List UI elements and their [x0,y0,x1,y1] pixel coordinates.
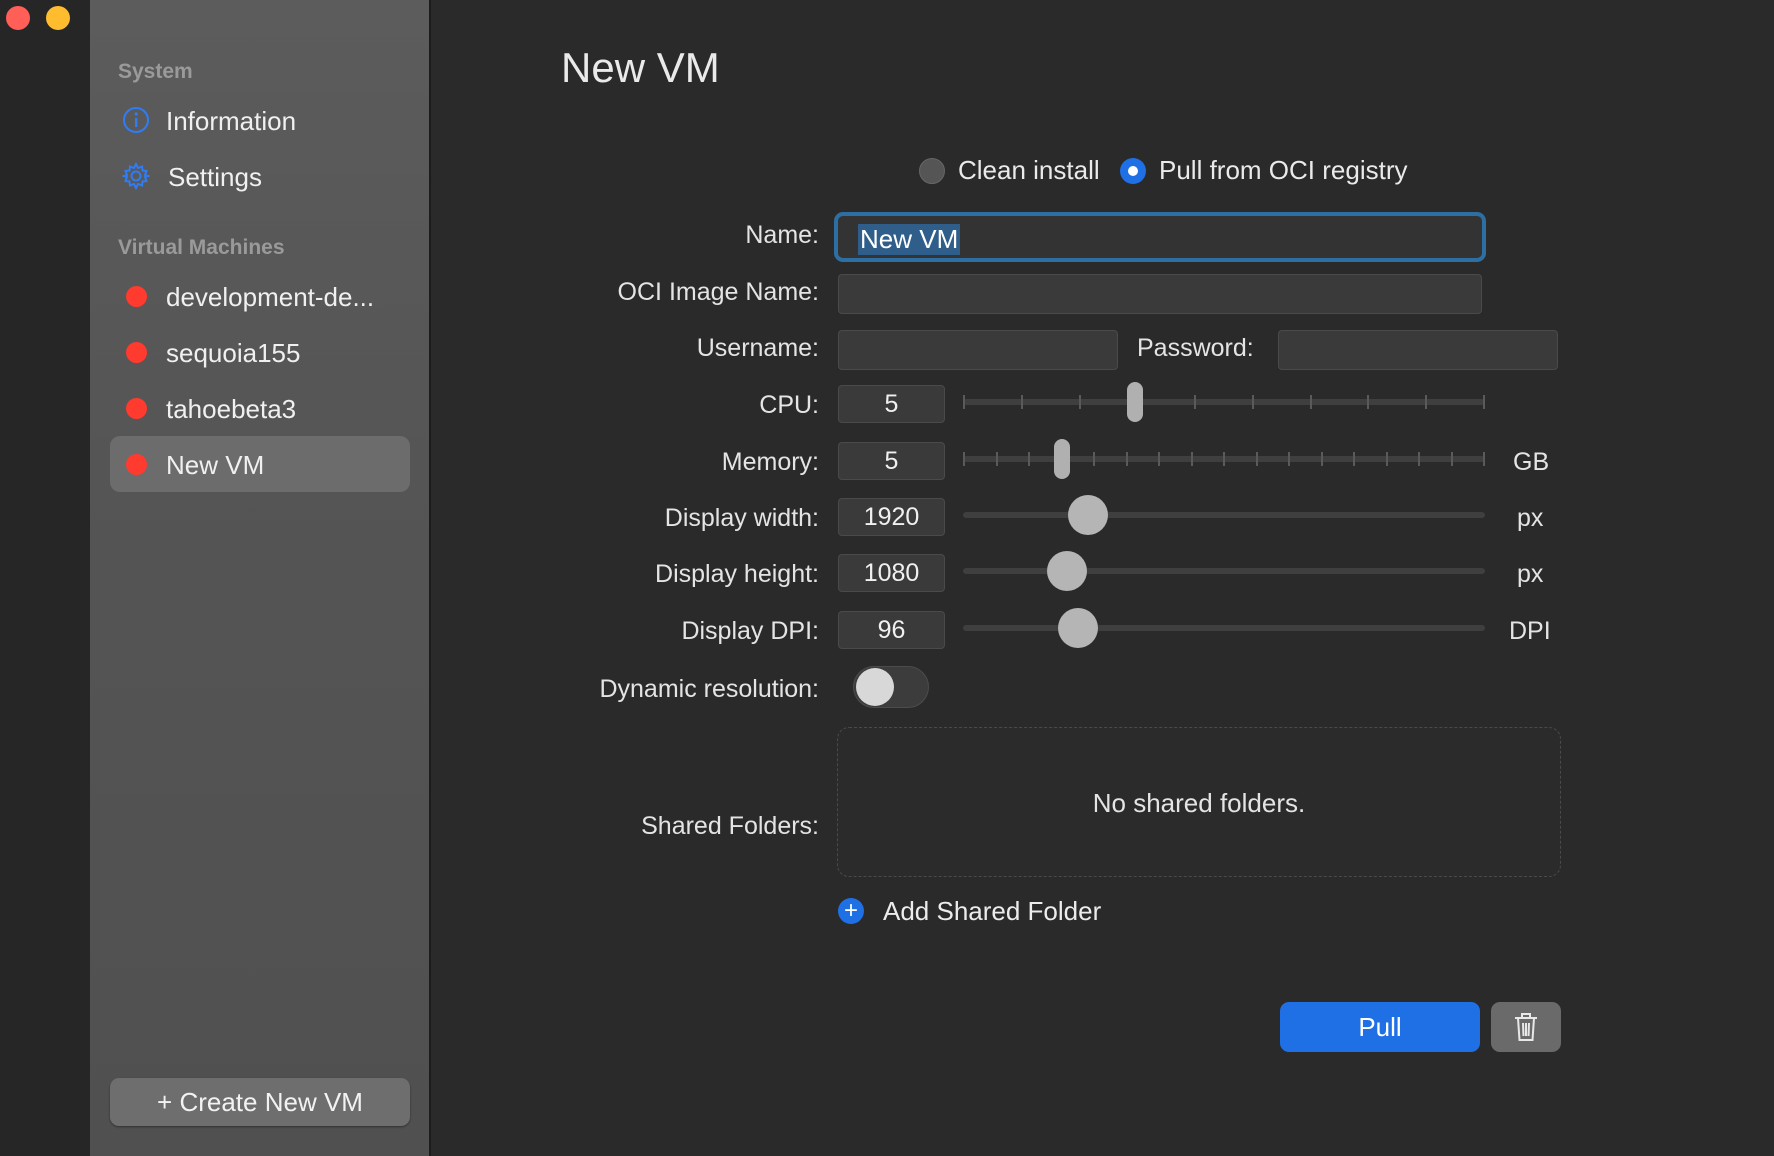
name-field-value: New VM [858,224,961,255]
create-new-vm-button[interactable]: + Create New VM [110,1078,410,1126]
cpu-label: CPU: [759,391,819,419]
slider-tick [1020,395,1023,409]
sidebar-item-vm-selected[interactable]: New VM [110,436,410,492]
status-dot [126,286,147,307]
slider-track [963,625,1485,631]
slider-tick [1093,452,1095,466]
slider-tick [1194,395,1197,409]
status-dot [126,398,147,419]
sidebar-item-vm[interactable]: sequoia155 [110,324,410,380]
sidebar-item-vm[interactable]: tahoebeta3 [110,380,410,436]
add-shared-folder-label: Add Shared Folder [883,896,1102,926]
memory-field[interactable]: 5 [838,442,945,480]
display-height-field[interactable]: 1080 [838,554,945,592]
page-title: New VM [561,44,720,91]
password-field[interactable] [1278,330,1558,370]
clean-install-label[interactable]: Clean install [958,155,1100,186]
slider-tick [1251,395,1254,409]
memory-unit: GB [1513,448,1550,476]
oci-image-label: OCI Image Name: [617,278,819,306]
slider-tick [963,452,965,466]
slider-track [963,568,1485,574]
slider-track [963,399,1485,405]
sidebar-item-label: Settings [168,162,262,192]
display-width-field[interactable]: 1920 [838,498,945,536]
slider-knob[interactable] [1068,495,1109,535]
shared-folders-list: No shared folders. [837,727,1561,877]
slider-tick [1158,452,1160,466]
oci-registry-label[interactable]: Pull from OCI registry [1159,155,1408,186]
slider-tick [995,452,998,466]
minimize-window-button[interactable] [46,6,70,30]
clean-install-radio[interactable] [919,158,945,184]
slider-tick [1028,452,1030,466]
sidebar-item-information[interactable]: Information [110,92,410,148]
sidebar-item-label: development-de... [166,282,375,312]
slider-tick [1078,395,1081,409]
display-dpi-label: Display DPI: [681,617,819,645]
slider-tick [1425,395,1428,409]
status-dot [126,454,147,475]
name-label: Name: [745,221,819,249]
dynamic-resolution-toggle[interactable] [853,666,929,708]
display-width-label: Display width: [664,504,819,532]
slider-knob[interactable] [1054,439,1071,479]
slider-tick [1367,395,1370,409]
slider-tick [1125,452,1128,466]
vm-section-header: Virtual Machines [118,236,285,259]
password-label: Password: [1137,334,1254,362]
close-window-button[interactable] [6,6,30,30]
sidebar-item-label: sequoia155 [166,338,301,368]
slider-knob[interactable] [1047,551,1088,591]
username-field[interactable] [838,330,1118,370]
sidebar-item-vm[interactable]: development-de... [110,268,410,324]
slider-knob[interactable] [1057,608,1098,648]
slider-tick [1190,452,1193,466]
slider-tick [1223,452,1225,466]
status-dot [126,342,147,363]
shared-folders-empty-text: No shared folders. [1092,788,1306,818]
trash-icon [1515,1013,1537,1041]
cpu-field[interactable]: 5 [838,385,945,423]
dynamic-resolution-label: Dynamic resolution: [599,675,819,703]
slider-tick [1483,452,1485,466]
pull-button[interactable]: Pull [1280,1002,1480,1052]
slider-tick [1385,452,1388,466]
slider-tick [1418,452,1420,466]
memory-label: Memory: [721,448,819,476]
slider-tick [1483,395,1485,409]
slider-tick [963,395,965,409]
sidebar: System Information Settings Virtual Mach… [90,0,431,1156]
toggle-knob [856,668,894,706]
system-section-header: System [118,60,193,83]
username-label: Username: [696,334,819,362]
slider-tick [1320,452,1323,466]
display-height-unit: px [1517,560,1544,588]
name-field[interactable]: New VM [834,212,1486,262]
delete-button[interactable] [1491,1002,1561,1052]
slider-track [963,512,1485,518]
window-edge [0,0,90,1156]
slider-tick [1450,452,1453,466]
oci-registry-radio[interactable] [1120,158,1146,184]
slider-tick [1288,452,1290,466]
slider-tick [1353,452,1355,466]
shared-folders-label: Shared Folders: [641,812,819,840]
display-dpi-field[interactable]: 96 [838,611,945,649]
slider-tick [1309,395,1312,409]
sidebar-item-label: New VM [166,450,265,480]
display-dpi-unit: DPI [1509,617,1551,645]
gear-icon [122,162,150,190]
slider-knob[interactable] [1127,382,1144,422]
sidebar-item-label: Information [166,106,297,136]
sidebar-item-settings[interactable]: Settings [110,148,410,204]
plus-circle-icon: + [838,898,864,924]
sidebar-item-label: tahoebeta3 [166,394,297,424]
display-width-unit: px [1517,504,1544,532]
info-icon [123,107,149,133]
oci-image-field[interactable] [838,274,1482,314]
slider-tick [1255,452,1258,466]
display-height-label: Display height: [655,560,819,588]
